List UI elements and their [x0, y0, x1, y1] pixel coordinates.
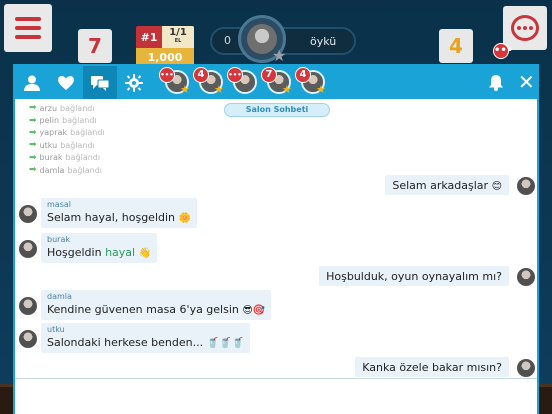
bell-icon — [489, 75, 503, 91]
chat-message: damla Kendine güvenen masa 6'ya gelsin 😎🎯 — [41, 290, 272, 320]
chat-message: masal Selam hayal, hoşgeldin 🌼 — [41, 198, 197, 228]
star-icon: ★ — [282, 83, 292, 96]
arrow-right-icon: ➡ — [29, 152, 37, 163]
rank-badge: #1 1/1 EL 1,000 — [136, 26, 194, 66]
menu-button[interactable] — [4, 4, 52, 52]
list-item: ➡ burak bağlandı — [29, 152, 101, 163]
tile-indicator-red: 7 — [78, 29, 112, 63]
arrow-right-icon: ➡ — [29, 140, 37, 151]
star-icon: ★ — [214, 83, 224, 96]
join-list: ➡ arzu bağlandı ➡ pelin bağlandı ➡ yaprak bağl… — [29, 102, 105, 176]
arrow-right-icon: ➡ — [29, 165, 37, 176]
star-icon: ★ — [180, 83, 190, 96]
arrow-right-icon: ➡ — [29, 103, 37, 114]
chat-message-own: Kanka özele bakar mısın? — [355, 357, 509, 377]
avatar[interactable] — [517, 268, 535, 286]
avatar-badge-1: ••• — [159, 67, 175, 83]
tile-indicator-yellow: 4 — [439, 29, 473, 63]
message-input[interactable] — [15, 378, 537, 414]
chat-icon — [91, 75, 110, 91]
chat-message-own: Selam arkadaşlar 😊 — [385, 175, 509, 195]
avatar[interactable] — [19, 205, 37, 223]
star-icon: ★ — [272, 46, 287, 65]
tab-favorites[interactable] — [49, 66, 83, 99]
list-item: ➡ utku bağlandı — [29, 140, 95, 151]
close-icon[interactable]: ✕ — [518, 70, 535, 94]
arrow-right-icon: ➡ — [29, 115, 37, 126]
avatar[interactable] — [517, 359, 535, 377]
rank-ratio: 1/1 — [169, 27, 187, 38]
avatar-badge-2: 4 — [193, 67, 209, 83]
star-icon: ★ — [316, 83, 326, 96]
list-item: ➡ arzu bağlandı — [29, 103, 95, 114]
chat-panel: ••• 4 ••• 7 4 ★ ★ ★ ★ ✕ Salon Sohbeti ➡ a… — [13, 64, 539, 414]
avatar-badge-3: ••• — [227, 67, 243, 83]
tab-settings[interactable] — [117, 66, 151, 99]
heart-icon — [58, 75, 74, 90]
list-item: ➡ damla bağlandı — [29, 165, 103, 176]
room-label: Salon Sohbeti — [224, 103, 330, 117]
avatar-badge-4: 7 — [261, 67, 277, 83]
avatar[interactable] — [19, 297, 37, 315]
avatar[interactable] — [19, 330, 37, 348]
chat-message: burak Hoşgeldin hayal 👋 — [41, 233, 158, 263]
list-item: ➡ yaprak bağlandı — [29, 127, 105, 138]
chat-bubble-icon — [511, 15, 539, 41]
rank-position: #1 — [140, 30, 158, 44]
arrow-right-icon: ➡ — [29, 127, 37, 138]
rank-ratio-sub: EL — [174, 38, 182, 44]
chat-message: utku Salondaki herkese benden... 🥤🥤🥤 — [41, 323, 250, 353]
tab-profile[interactable] — [15, 66, 49, 99]
chat-notification-badge: ••• — [493, 43, 513, 59]
hamburger-icon — [15, 17, 41, 21]
player-number: 0 — [224, 34, 231, 47]
notifications-button[interactable] — [488, 74, 504, 95]
chat-message-own: Hoşbulduk, oyun oynayalım mı? — [319, 266, 509, 286]
player-name: öykü — [310, 35, 337, 48]
avatar[interactable] — [19, 240, 37, 258]
avatar-badge-5: 4 — [295, 67, 311, 83]
user-icon — [24, 75, 40, 91]
tab-chat[interactable] — [83, 66, 117, 99]
list-item: ➡ pelin bağlandı — [29, 115, 97, 126]
chat-button[interactable] — [503, 6, 547, 50]
gear-icon — [125, 73, 143, 92]
avatar[interactable] — [517, 177, 535, 195]
